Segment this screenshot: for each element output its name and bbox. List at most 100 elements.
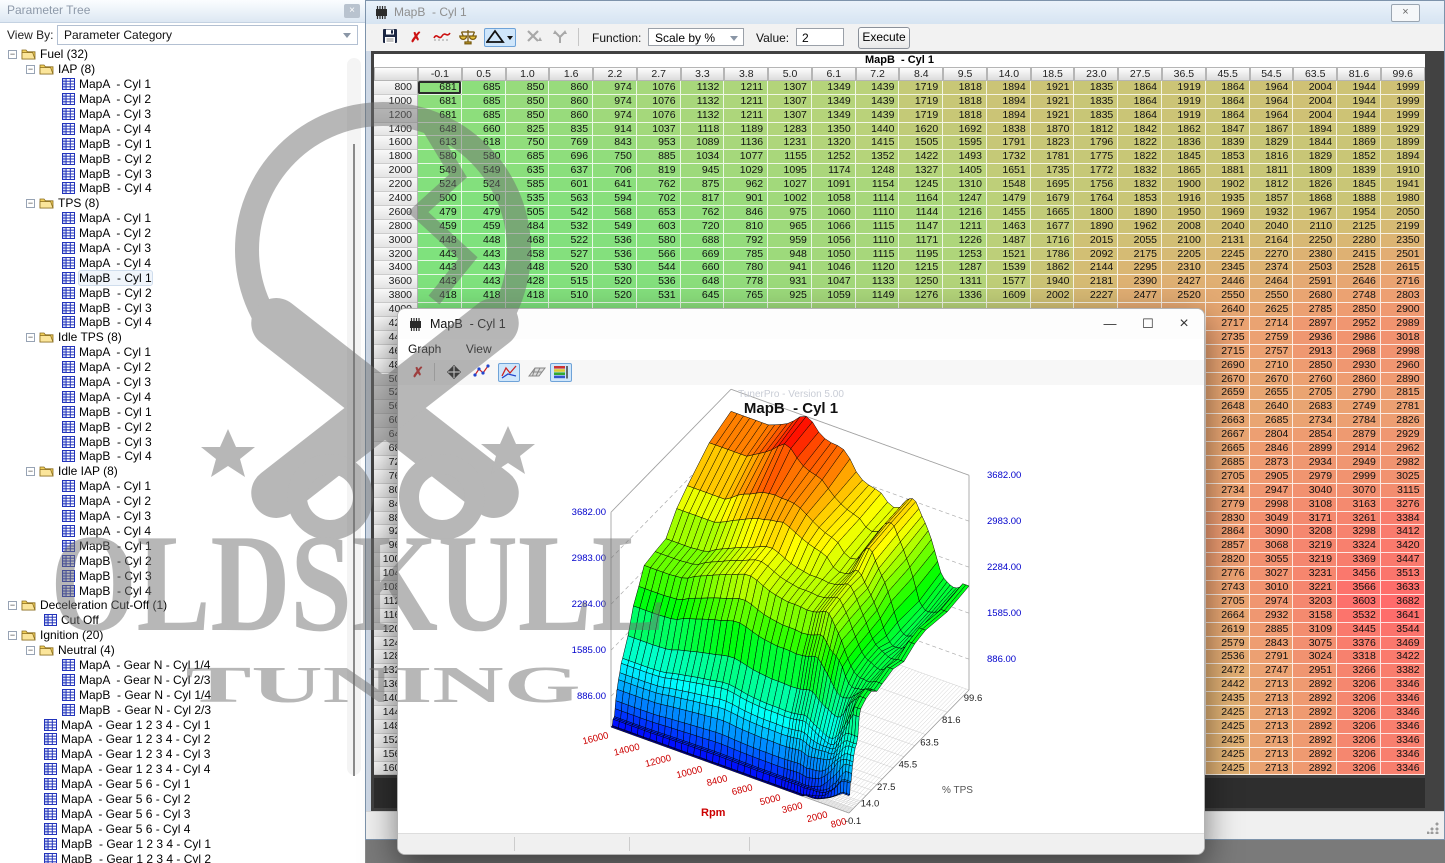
- value-cell[interactable]: 2665: [1206, 442, 1250, 456]
- col-header[interactable]: 1.0: [506, 67, 550, 81]
- value-cell[interactable]: 1919: [1162, 81, 1206, 95]
- value-cell[interactable]: 1147: [899, 220, 943, 234]
- tree-item-mapa-cyl-2[interactable]: MapA - Cyl 2: [0, 494, 365, 509]
- value-cell[interactable]: 1076: [637, 95, 681, 109]
- collapse-icon[interactable]: −: [26, 646, 35, 655]
- close-button[interactable]: ×: [1170, 314, 1198, 334]
- value-cell[interactable]: 3346: [1381, 734, 1425, 748]
- value-cell[interactable]: 1076: [637, 109, 681, 123]
- value-cell[interactable]: 2670: [1206, 373, 1250, 387]
- value-cell[interactable]: 1719: [899, 95, 943, 109]
- value-cell[interactable]: 2579: [1206, 637, 1250, 651]
- value-cell[interactable]: 2685: [1206, 456, 1250, 470]
- tree-item-mapa-cyl-1[interactable]: MapA - Cyl 1: [0, 479, 365, 494]
- value-cell[interactable]: 2550: [1206, 289, 1250, 303]
- value-cell[interactable]: 1857: [1250, 192, 1294, 206]
- value-cell[interactable]: 3027: [1250, 567, 1294, 581]
- value-cell[interactable]: 1716: [1031, 234, 1075, 248]
- value-cell[interactable]: 2936: [1293, 331, 1337, 345]
- function-select[interactable]: Scale by %: [648, 28, 744, 46]
- value-cell[interactable]: 706: [593, 164, 637, 178]
- value-cell[interactable]: 2110: [1293, 220, 1337, 234]
- value-cell[interactable]: 941: [768, 261, 812, 275]
- value-cell[interactable]: 1595: [943, 136, 987, 150]
- value-cell[interactable]: 2759: [1250, 331, 1294, 345]
- value-cell[interactable]: 2820: [1206, 553, 1250, 567]
- value-cell[interactable]: 965: [768, 220, 812, 234]
- col-header[interactable]: 36.5: [1162, 67, 1206, 81]
- value-cell[interactable]: 2850: [1337, 303, 1381, 317]
- tree-item-mapb-cyl-1[interactable]: MapB - Cyl 1: [0, 270, 365, 285]
- value-cell[interactable]: 520: [549, 261, 593, 275]
- tree-item-mapb-cyl-1[interactable]: MapB - Cyl 1: [0, 538, 365, 553]
- value-cell[interactable]: 1935: [1206, 192, 1250, 206]
- value-cell[interactable]: 2472: [1206, 664, 1250, 678]
- value-cell[interactable]: 1839: [1337, 164, 1381, 178]
- line-graph-button-selected[interactable]: [498, 363, 520, 382]
- value-cell[interactable]: 1867: [1250, 123, 1294, 137]
- value-cell[interactable]: 2979: [1293, 470, 1337, 484]
- value-cell[interactable]: 3090: [1250, 525, 1294, 539]
- value-cell[interactable]: 1818: [943, 109, 987, 123]
- value-cell[interactable]: 1250: [899, 275, 943, 289]
- tree-item-mapb-cyl-4[interactable]: MapB - Cyl 4: [0, 583, 365, 598]
- value-cell[interactable]: 1839: [1206, 136, 1250, 150]
- row-header[interactable]: 2400: [374, 192, 418, 206]
- selected-cell[interactable]: 681: [418, 81, 462, 95]
- value-cell[interactable]: 1889: [1337, 123, 1381, 137]
- value-cell[interactable]: 1964: [1250, 81, 1294, 95]
- value-cell[interactable]: 1772: [1074, 164, 1118, 178]
- value-cell[interactable]: 635: [506, 164, 550, 178]
- value-cell[interactable]: 1894: [987, 95, 1031, 109]
- value-cell[interactable]: 524: [462, 178, 506, 192]
- value-cell[interactable]: 1144: [899, 206, 943, 220]
- value-cell[interactable]: 418: [462, 289, 506, 303]
- value-cell[interactable]: 825: [506, 123, 550, 137]
- value-cell[interactable]: 1195: [899, 248, 943, 262]
- value-cell[interactable]: 2830: [1206, 512, 1250, 526]
- col-header[interactable]: 54.5: [1250, 67, 1294, 81]
- value-cell[interactable]: 1969: [1206, 206, 1250, 220]
- value-cell[interactable]: 1832: [1118, 164, 1162, 178]
- col-header[interactable]: 23.0: [1074, 67, 1118, 81]
- value-cell[interactable]: 2989: [1381, 317, 1425, 331]
- tree-folder-tps-8[interactable]: −TPS (8): [0, 196, 365, 211]
- value-cell[interactable]: 1651: [987, 164, 1031, 178]
- value-cell[interactable]: 1307: [768, 81, 812, 95]
- value-cell[interactable]: 1890: [1074, 220, 1118, 234]
- value-cell[interactable]: 2864: [1206, 525, 1250, 539]
- row-header[interactable]: 1600: [374, 136, 418, 150]
- value-cell[interactable]: 2380: [1293, 248, 1337, 262]
- tree-item-mapa-cyl-1[interactable]: MapA - Cyl 1: [0, 345, 365, 360]
- col-header[interactable]: 8.4: [899, 67, 943, 81]
- value-cell[interactable]: 2760: [1293, 373, 1337, 387]
- value-cell[interactable]: 549: [462, 164, 506, 178]
- tree-item-mapa-cyl-3[interactable]: MapA - Cyl 3: [0, 375, 365, 390]
- value-cell[interactable]: 2350: [1381, 234, 1425, 248]
- value-cell[interactable]: 2550: [1250, 289, 1294, 303]
- value-cell[interactable]: 1132: [681, 109, 725, 123]
- value-cell[interactable]: 1252: [812, 150, 856, 164]
- value-cell[interactable]: 1781: [1031, 150, 1075, 164]
- tree-item-mapb-cyl-3[interactable]: MapB - Cyl 3: [0, 568, 365, 583]
- row-header[interactable]: 1000: [374, 95, 418, 109]
- value-cell[interactable]: 1463: [987, 220, 1031, 234]
- value-cell[interactable]: 2892: [1293, 678, 1337, 692]
- value-cell[interactable]: 1665: [1031, 206, 1075, 220]
- value-cell[interactable]: 1864: [1118, 95, 1162, 109]
- value-cell[interactable]: 3566: [1337, 581, 1381, 595]
- value-cell[interactable]: 1870: [1031, 123, 1075, 137]
- value-cell[interactable]: 3025: [1381, 470, 1425, 484]
- value-cell[interactable]: 681: [418, 109, 462, 123]
- value-cell[interactable]: 3382: [1381, 664, 1425, 678]
- value-cell[interactable]: 522: [549, 234, 593, 248]
- value-cell[interactable]: 1890: [1118, 206, 1162, 220]
- value-cell[interactable]: 660: [462, 123, 506, 137]
- value-cell[interactable]: 2962: [1381, 442, 1425, 456]
- value-cell[interactable]: 1422: [899, 150, 943, 164]
- value-cell[interactable]: 1405: [943, 164, 987, 178]
- value-cell[interactable]: 1046: [812, 261, 856, 275]
- value-cell[interactable]: 1059: [812, 289, 856, 303]
- value-cell[interactable]: 418: [418, 289, 462, 303]
- value-cell[interactable]: 1253: [943, 248, 987, 262]
